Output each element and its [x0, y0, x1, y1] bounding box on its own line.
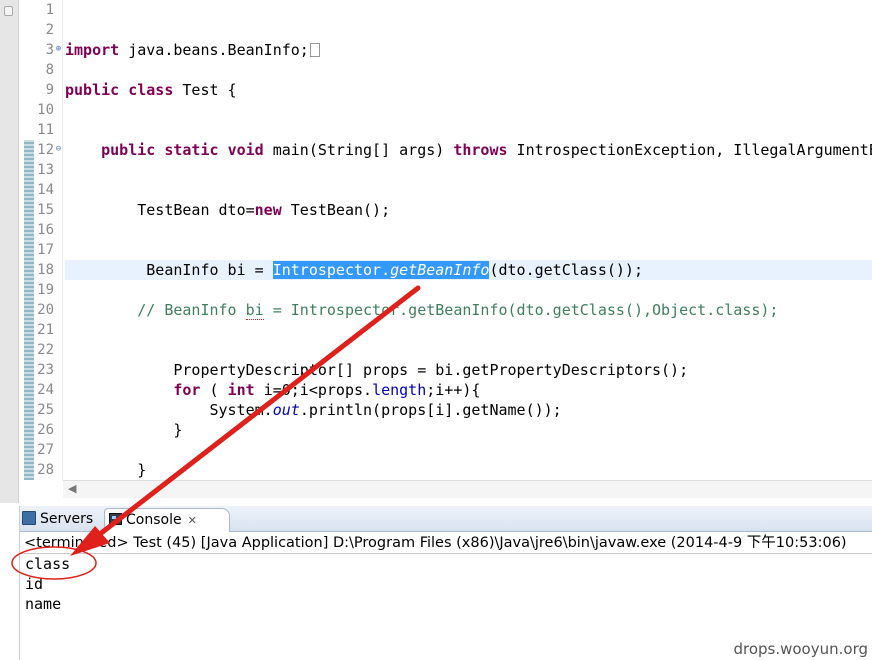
- console-output-line: class: [25, 555, 71, 573]
- code-line[interactable]: import java.beans.BeanInfo;: [65, 40, 320, 60]
- line-number: 8: [45, 62, 54, 78]
- change-marker: [24, 140, 34, 480]
- line-number: 9: [45, 82, 54, 98]
- console-panel: Servers Console ✕ <terminated> Test (45) …: [19, 506, 872, 660]
- line-number: 26: [37, 422, 54, 438]
- editor-left-strip: [0, 0, 19, 503]
- line-number: 22: [37, 342, 54, 358]
- line-number: 16: [37, 222, 54, 238]
- servers-icon: [22, 511, 36, 525]
- expand-fold-icon[interactable]: ⊕: [54, 45, 63, 54]
- view-tab-bar: Servers Console ✕: [20, 506, 872, 532]
- line-number: 28: [37, 462, 54, 478]
- scroll-left-icon[interactable]: ◀: [68, 482, 76, 495]
- code-line[interactable]: for ( int i=0;i<props.length;i++){: [65, 380, 480, 400]
- console-icon: [109, 513, 122, 525]
- line-number: 21: [37, 322, 54, 338]
- code-line[interactable]: BeanInfo bi = Introspector.getBeanInfo(d…: [65, 260, 643, 280]
- code-line[interactable]: PropertyDescriptor[] props = bi.getPrope…: [65, 360, 688, 380]
- code-line[interactable]: System.out.println(props[i].getName());: [65, 400, 561, 420]
- collapse-fold-icon[interactable]: ⊖: [54, 145, 63, 154]
- line-number: 14: [37, 182, 54, 198]
- line-number: 11: [37, 122, 54, 138]
- close-icon[interactable]: ✕: [188, 514, 197, 527]
- line-number: 3: [45, 42, 54, 58]
- tab-console[interactable]: Console ✕: [104, 508, 230, 532]
- line-number: 2: [45, 22, 54, 38]
- line-number-gutter: 1 2 3 ⊕ 8 9 10 11 12 ⊖ 13 14 15 16 17 18 19 20 21 22 23 24 25 2…: [34, 0, 63, 480]
- line-number: 23: [37, 362, 54, 378]
- line-number: 1: [45, 2, 54, 18]
- line-number: 19: [37, 282, 54, 298]
- code-editor[interactable]: 1 2 3 ⊕ 8 9 10 11 12 ⊖ 13 14 15 16 17 18 19 20 21 22 23 24 25 2…: [0, 0, 872, 503]
- line-number: 24: [37, 382, 54, 398]
- tab-servers[interactable]: Servers: [22, 508, 102, 532]
- code-line[interactable]: public static void main(String[] args) t…: [65, 140, 872, 160]
- tab-console-label: Console: [126, 512, 182, 528]
- line-number: 10: [37, 102, 54, 118]
- folded-imports-icon[interactable]: [309, 43, 320, 57]
- tab-servers-label: Servers: [40, 511, 94, 527]
- console-divider: [20, 553, 872, 554]
- code-line[interactable]: }: [65, 420, 182, 440]
- minimize-nub[interactable]: [4, 6, 13, 16]
- code-line[interactable]: TestBean dto=new TestBean();: [65, 200, 390, 220]
- code-line[interactable]: }: [65, 460, 146, 480]
- line-number: 20: [37, 302, 54, 318]
- line-number: 12: [37, 142, 54, 158]
- line-number: 18: [37, 262, 54, 278]
- watermark: drops.wooyun.org: [733, 640, 868, 658]
- console-output-line: name: [25, 595, 62, 613]
- code-line[interactable]: public class Test {: [65, 80, 237, 100]
- line-number: 13: [37, 162, 54, 178]
- code-line[interactable]: // BeanInfo bi = Introspector.getBeanInf…: [65, 300, 778, 320]
- line-number: 17: [37, 242, 54, 258]
- code-area[interactable]: import java.beans.BeanInfo; public class …: [65, 0, 872, 480]
- line-number: 25: [37, 402, 54, 418]
- line-number: 27: [37, 442, 54, 458]
- horizontal-scrollbar[interactable]: ◀: [63, 480, 872, 498]
- console-status-line: <terminated> Test (45) [Java Application…: [24, 535, 847, 551]
- console-output-line: id: [25, 575, 44, 593]
- line-number: 15: [37, 202, 54, 218]
